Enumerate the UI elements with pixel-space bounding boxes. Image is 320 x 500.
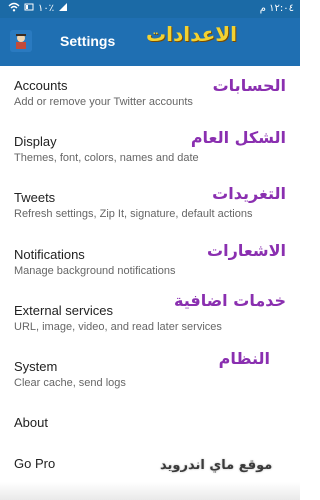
settings-item-accounts[interactable]: Accounts Add or remove your Twitter acco…	[0, 76, 300, 120]
settings-item-about[interactable]: About	[0, 415, 300, 443]
settings-item-external-services[interactable]: External services URL, image, video, and…	[0, 291, 300, 345]
item-title: Accounts	[14, 78, 68, 93]
arabic-label: النظام	[218, 349, 270, 368]
status-icons: ١٠٪	[8, 2, 68, 15]
battery-level: ١٠٪	[38, 3, 55, 14]
item-title: Go Pro	[14, 456, 56, 471]
app-bar: Settings الاعدادات	[0, 18, 300, 66]
item-title: System	[14, 359, 58, 374]
item-subtitle: Add or remove your Twitter accounts	[14, 96, 193, 108]
item-title: Notifications	[14, 247, 85, 262]
page-title: Settings	[60, 33, 116, 49]
status-bar: ١٠٪ ١٢:٠٤ م	[0, 0, 300, 18]
arabic-title-overlay: الاعدادات	[146, 22, 238, 46]
arabic-label: الاشعارات	[207, 241, 286, 260]
arabic-label: التغريدات	[212, 184, 286, 203]
item-subtitle: URL, image, video, and read later servic…	[14, 321, 222, 333]
item-title: Display	[14, 134, 57, 149]
arabic-label: الحسابات	[212, 76, 286, 95]
settings-item-tweets[interactable]: Tweets Refresh settings, Zip It, signatu…	[0, 184, 300, 232]
battery-icon	[24, 2, 34, 15]
item-subtitle: Themes, font, colors, names and date	[14, 152, 199, 164]
item-subtitle: Clear cache, send logs	[14, 377, 126, 389]
signal-icon	[58, 2, 68, 15]
item-title: Tweets	[14, 190, 56, 205]
status-time: ١٢:٠٤ م	[259, 3, 294, 14]
wifi-icon	[8, 2, 20, 15]
arabic-label: خدمات اضافية	[174, 291, 286, 310]
item-title: About	[14, 415, 48, 430]
bottom-shadow	[0, 482, 300, 500]
account-avatar[interactable]	[10, 30, 32, 52]
item-subtitle: Manage background notifications	[14, 265, 176, 277]
settings-item-notifications[interactable]: Notifications Manage background notifica…	[0, 241, 300, 289]
item-title: External services	[14, 303, 113, 318]
item-subtitle: Refresh settings, Zip It, signature, def…	[14, 208, 253, 220]
watermark: موقع ماي اندرويد	[160, 458, 273, 473]
settings-item-system[interactable]: System Clear cache, send logs النظام	[0, 349, 300, 401]
arabic-label: الشكل العام	[190, 128, 286, 147]
settings-item-display[interactable]: Display Themes, font, colors, names and …	[0, 128, 300, 176]
